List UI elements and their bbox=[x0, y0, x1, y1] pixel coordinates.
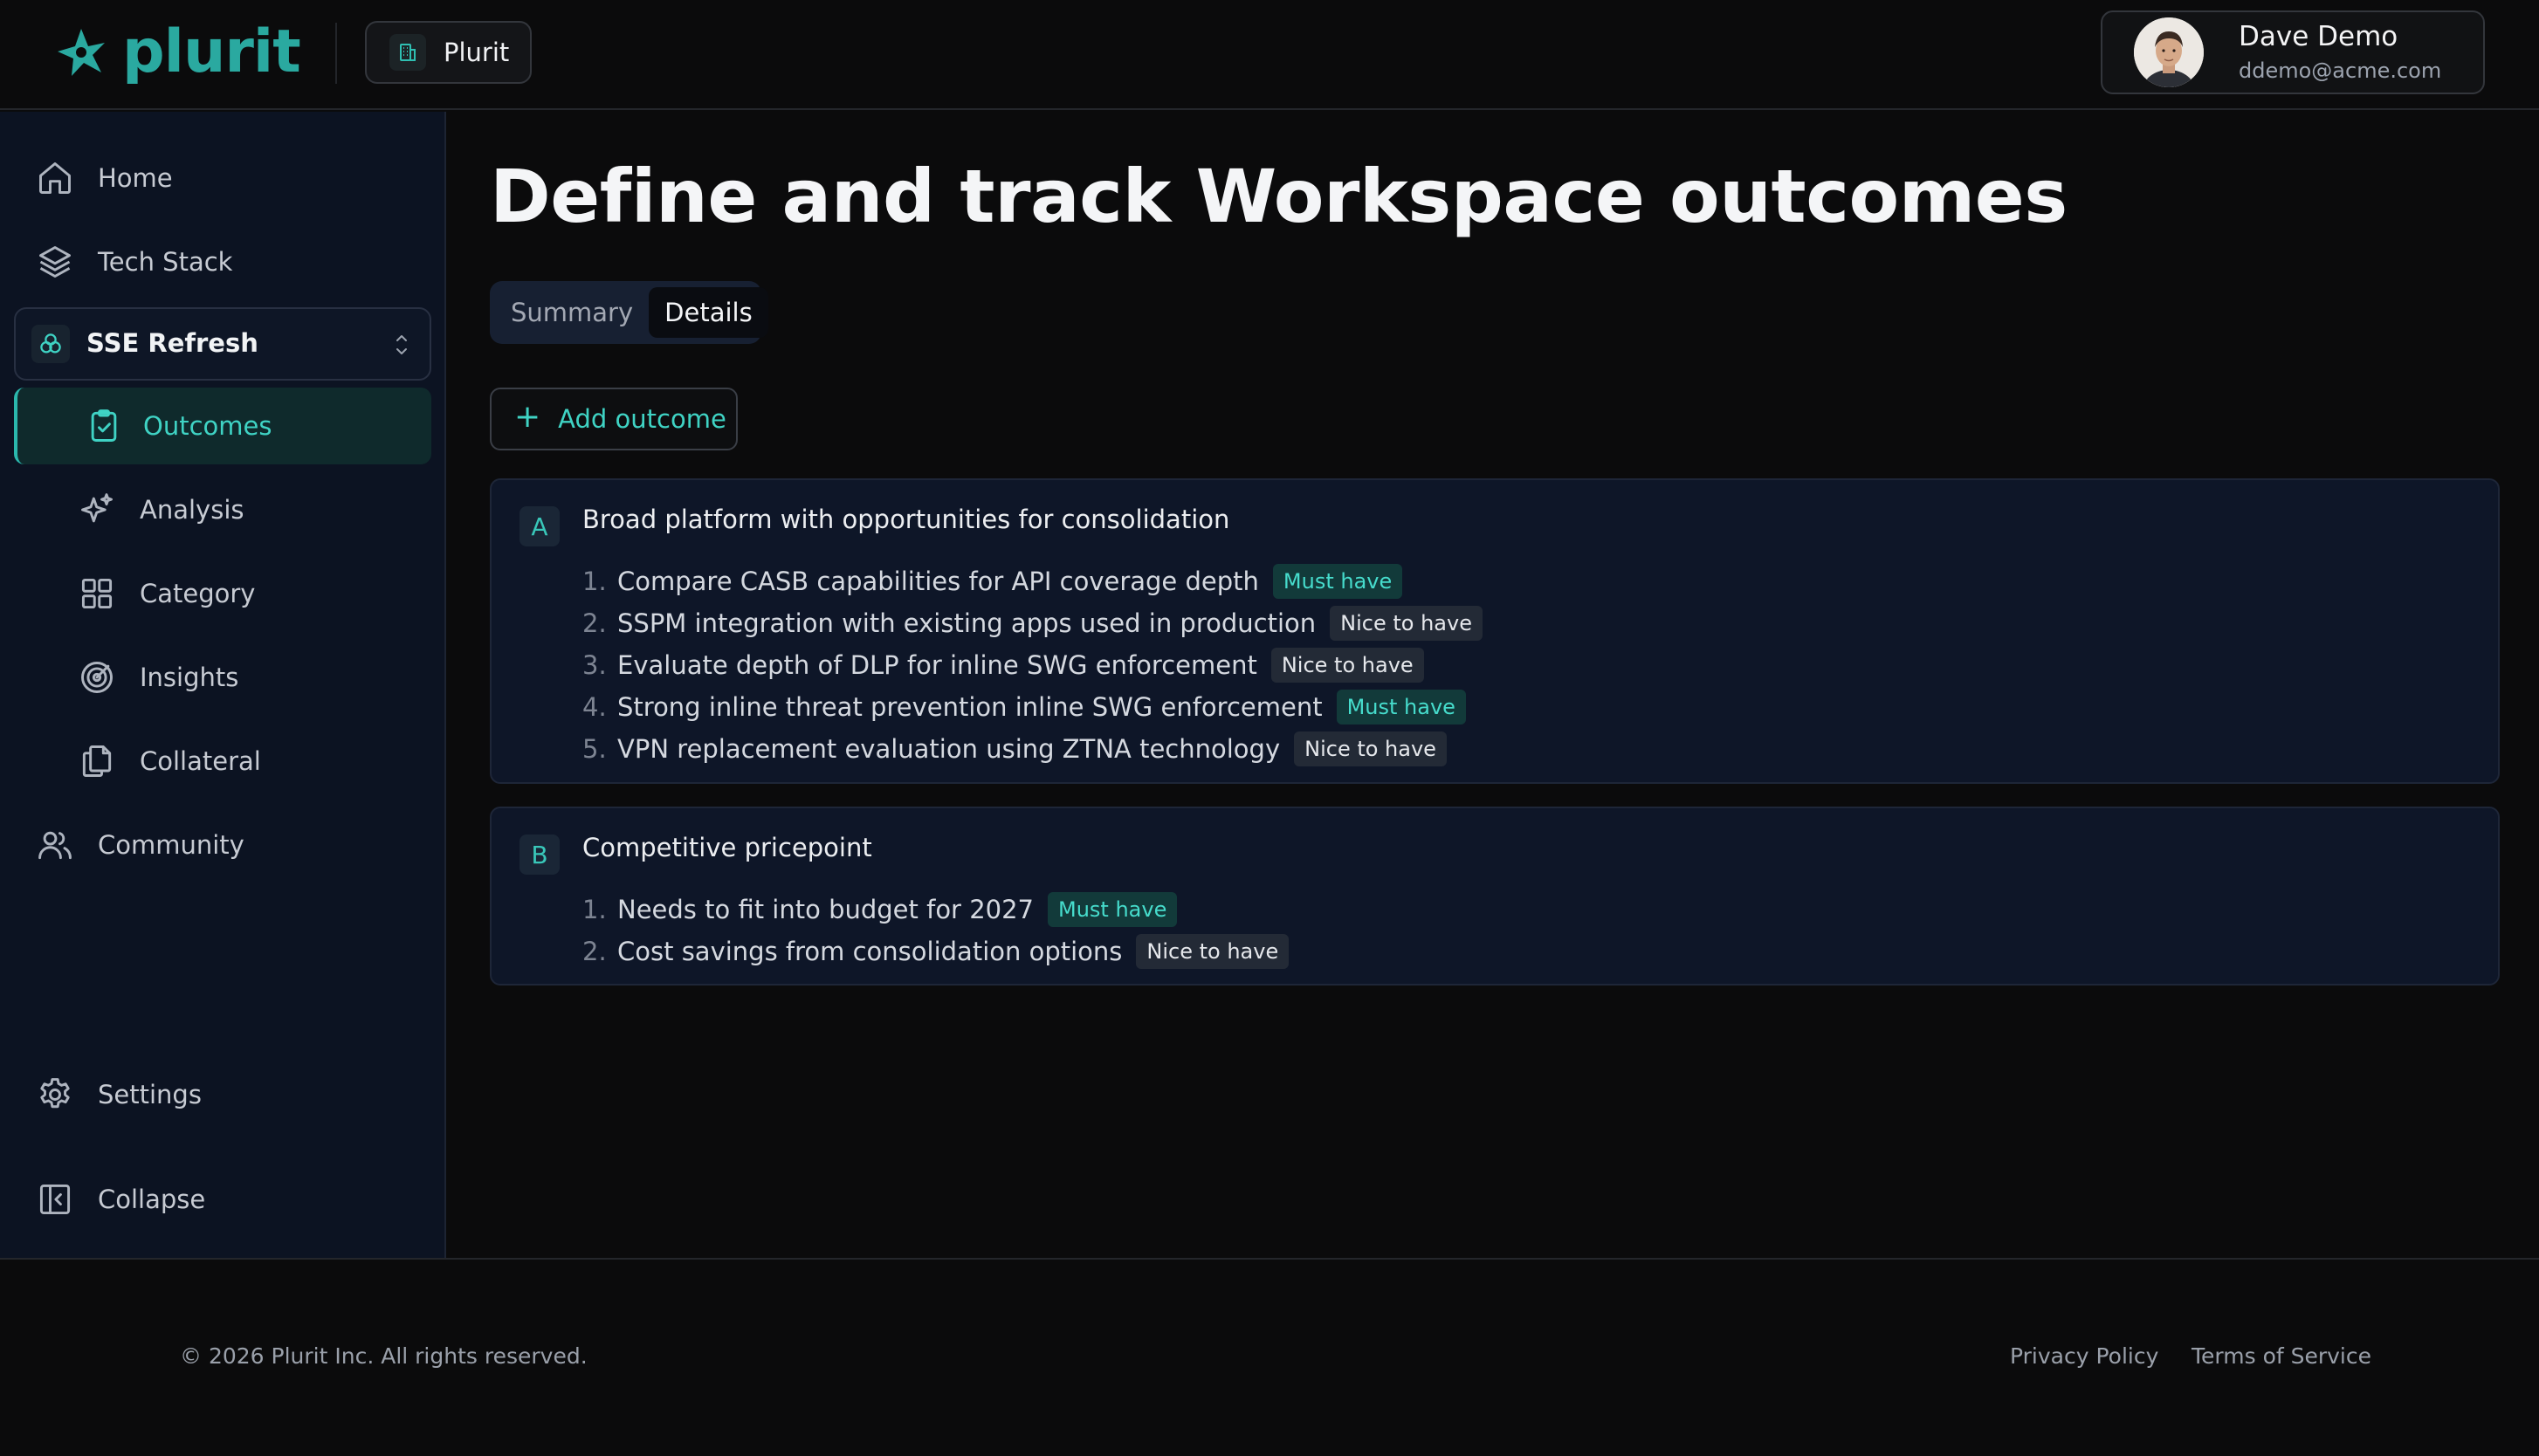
item-text: Cost savings from consolidation options bbox=[617, 937, 1123, 966]
priority-badge: Must have bbox=[1272, 564, 1403, 599]
sidebar-item-label: Community bbox=[98, 830, 244, 860]
sidebar-item-tech-stack[interactable]: Tech Stack bbox=[0, 230, 446, 293]
sidebar-item-label: Analysis bbox=[140, 495, 244, 525]
priority-badge: Must have bbox=[1336, 690, 1466, 725]
sidebar-item-category[interactable]: Category bbox=[0, 562, 446, 625]
sidebar-item-label: Insights bbox=[140, 663, 239, 692]
list-item: 5. VPN replacement evaluation using ZTNA… bbox=[582, 728, 1483, 770]
workspace-label: Plurit bbox=[444, 38, 510, 67]
sidebar-collapse-button[interactable]: Collapse bbox=[0, 1168, 446, 1231]
copyright-text: © 2026 Plurit Inc. All rights reserved. bbox=[180, 1343, 588, 1369]
priority-badge: Nice to have bbox=[1136, 934, 1290, 969]
item-number: 2. bbox=[582, 608, 607, 638]
item-text: Evaluate depth of DLP for inline SWG enf… bbox=[617, 650, 1257, 680]
footer: © 2026 Plurit Inc. All rights reserved. … bbox=[0, 1258, 2539, 1456]
view-tabs: Summary Details bbox=[490, 281, 768, 344]
item-number: 3. bbox=[582, 650, 607, 680]
list-item: 4. Strong inline threat prevention inlin… bbox=[582, 686, 1483, 728]
item-text: Strong inline threat prevention inline S… bbox=[617, 692, 1323, 722]
user-name: Dave Demo bbox=[2239, 21, 2398, 53]
item-number: 5. bbox=[582, 734, 607, 764]
avatar bbox=[2134, 17, 2204, 87]
building-icon bbox=[389, 34, 426, 71]
sidebar-item-analysis[interactable]: Analysis bbox=[0, 478, 446, 541]
list-item: 2. Cost savings from consolidation optio… bbox=[582, 931, 1290, 972]
tab-summary[interactable]: Summary bbox=[495, 287, 649, 338]
top-header: plurit Plurit Dave Demo ddemo@acme.com bbox=[0, 0, 2539, 110]
item-number: 4. bbox=[582, 692, 607, 722]
triquetra-icon bbox=[31, 325, 70, 363]
item-text: VPN replacement evaluation using ZTNA te… bbox=[617, 734, 1281, 764]
sidebar-item-label: Outcomes bbox=[143, 411, 272, 441]
outcome-card-a[interactable]: A Broad platform with opportunities for … bbox=[490, 478, 2500, 784]
page-title: Define and track Workspace outcomes bbox=[490, 154, 2068, 239]
item-number: 2. bbox=[582, 937, 607, 966]
outcome-letter: B bbox=[519, 834, 560, 875]
user-menu[interactable]: Dave Demo ddemo@acme.com bbox=[2101, 10, 2485, 94]
sidebar-item-label: Collapse bbox=[98, 1185, 206, 1214]
terms-of-service-link[interactable]: Terms of Service bbox=[2192, 1343, 2371, 1369]
outcome-criteria-list: 1. Needs to fit into budget for 2027 Mus… bbox=[582, 889, 1290, 972]
outcome-letter: A bbox=[519, 506, 560, 546]
priority-badge: Nice to have bbox=[1294, 731, 1447, 766]
sidebar-item-label: Home bbox=[98, 163, 173, 193]
sidebar-item-community[interactable]: Community bbox=[0, 814, 446, 876]
collapse-panel-icon bbox=[35, 1179, 75, 1219]
sidebar-item-label: Settings bbox=[98, 1080, 202, 1109]
item-number: 1. bbox=[582, 567, 607, 596]
chevron-up-down-icon bbox=[396, 335, 407, 354]
item-text: SSPM integration with existing apps used… bbox=[617, 608, 1317, 638]
sidebar-item-label: Collateral bbox=[140, 746, 261, 776]
priority-badge: Nice to have bbox=[1270, 648, 1424, 683]
item-text: Compare CASB capabilities for API covera… bbox=[617, 567, 1259, 596]
item-number: 1. bbox=[582, 895, 607, 924]
project-selector[interactable]: SSE Refresh bbox=[14, 307, 431, 381]
header-divider bbox=[335, 23, 337, 84]
sidebar-item-outcomes[interactable]: Outcomes bbox=[14, 388, 431, 464]
brand-name: plurit bbox=[122, 17, 301, 86]
outcome-title: Broad platform with opportunities for co… bbox=[582, 505, 1230, 534]
priority-badge: Must have bbox=[1048, 892, 1178, 927]
files-icon bbox=[77, 741, 117, 781]
plurit-logo-mark-icon bbox=[58, 29, 105, 76]
list-item: 1. Compare CASB capabilities for API cov… bbox=[582, 560, 1483, 602]
user-email: ddemo@acme.com bbox=[2239, 58, 2442, 83]
outcome-card-b[interactable]: B Competitive pricepoint 1. Needs to fit… bbox=[490, 807, 2500, 986]
sidebar-item-insights[interactable]: Insights bbox=[0, 646, 446, 709]
plurit-logo[interactable]: plurit bbox=[52, 17, 301, 86]
grid-icon bbox=[77, 573, 117, 614]
item-text: Needs to fit into budget for 2027 bbox=[617, 895, 1034, 924]
plus-icon: + bbox=[514, 399, 541, 435]
sidebar-item-label: Tech Stack bbox=[98, 247, 233, 277]
list-item: 1. Needs to fit into budget for 2027 Mus… bbox=[582, 889, 1289, 931]
outcome-criteria-list: 1. Compare CASB capabilities for API cov… bbox=[582, 560, 1483, 770]
priority-badge: Nice to have bbox=[1330, 606, 1483, 641]
sidebar: Home Tech Stack SSE Refresh Outcomes Ana… bbox=[0, 112, 446, 1258]
privacy-policy-link[interactable]: Privacy Policy bbox=[2010, 1343, 2158, 1369]
sidebar-item-label: Category bbox=[140, 579, 256, 608]
radar-icon bbox=[77, 657, 117, 697]
add-outcome-label: Add outcome bbox=[558, 404, 726, 434]
sidebar-item-settings[interactable]: Settings bbox=[0, 1063, 446, 1126]
sparkles-icon bbox=[77, 490, 117, 530]
gear-icon bbox=[35, 1075, 75, 1115]
tab-details[interactable]: Details bbox=[649, 287, 768, 338]
layers-icon bbox=[35, 242, 75, 282]
add-outcome-button[interactable]: + Add outcome bbox=[490, 388, 738, 450]
home-icon bbox=[35, 158, 75, 198]
outcome-title: Competitive pricepoint bbox=[582, 833, 872, 862]
list-item: 2. SSPM integration with existing apps u… bbox=[582, 602, 1483, 644]
sidebar-item-home[interactable]: Home bbox=[0, 147, 446, 209]
sidebar-item-collateral[interactable]: Collateral bbox=[0, 730, 446, 793]
project-name: SSE Refresh bbox=[86, 328, 258, 358]
clipboard-check-icon bbox=[84, 406, 124, 446]
users-icon bbox=[35, 825, 75, 865]
list-item: 3. Evaluate depth of DLP for inline SWG … bbox=[582, 644, 1483, 686]
workspace-switcher-button[interactable]: Plurit bbox=[365, 21, 532, 84]
main-content: Define and track Workspace outcomes Summ… bbox=[448, 112, 2539, 1258]
